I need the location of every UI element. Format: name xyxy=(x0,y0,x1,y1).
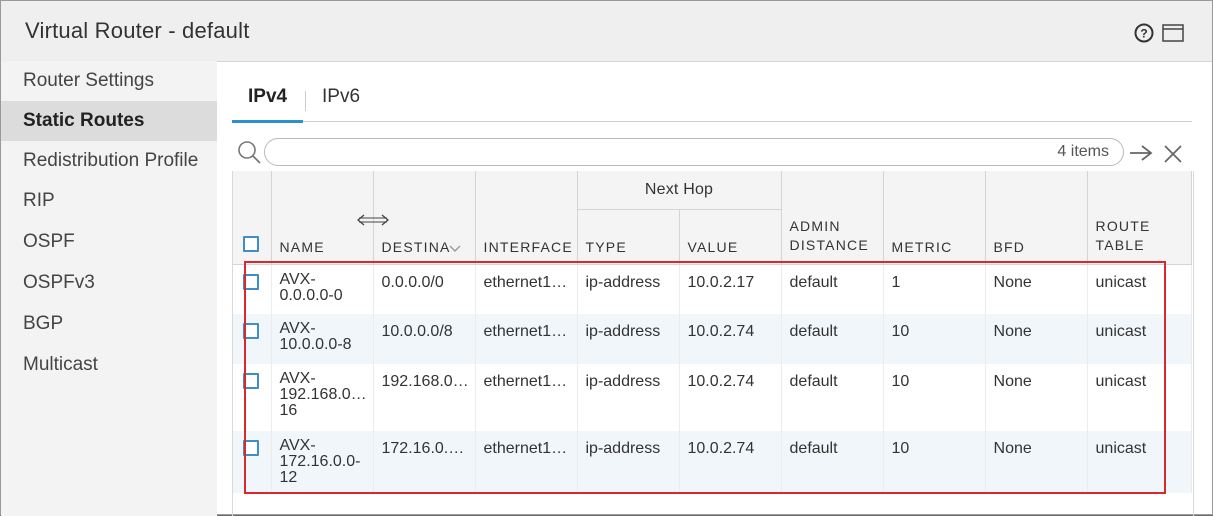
cell-type: ip-address xyxy=(577,264,680,314)
sidebar-item-ospf[interactable]: OSPF xyxy=(1,222,217,262)
dialog-title: Virtual Router - default xyxy=(25,18,250,43)
table-row[interactable]: AVX- 10.0.0.0-8 10.0.0.0/8 ethernet1… ip-… xyxy=(233,314,1192,364)
cell-admin-distance: default xyxy=(781,314,884,364)
filter-bar: 4 items xyxy=(232,135,1192,171)
column-resize-icon[interactable] xyxy=(356,212,390,228)
cell-value: 10.0.2.17 xyxy=(679,264,782,314)
cell-name[interactable]: AVX- 0.0.0.0-0 xyxy=(271,264,374,314)
close-icon[interactable] xyxy=(1162,143,1184,165)
row-checkbox[interactable] xyxy=(243,440,259,456)
cell-bfd: None xyxy=(985,364,1088,431)
row-checkbox[interactable] xyxy=(243,273,259,290)
cell-name[interactable]: AVX- 172.16.0.0- 12 xyxy=(271,431,374,493)
column-group-next-hop: Next Hop xyxy=(577,171,782,210)
cell-name[interactable]: AVX- 192.168.0… 16 xyxy=(271,364,374,431)
sidebar-item-redistribution-profile[interactable]: Redistribution Profile xyxy=(1,141,217,181)
sidebar: Router Settings Static Routes Redistribu… xyxy=(1,61,217,516)
column-header-type[interactable]: TYPE xyxy=(577,209,680,265)
cell-metric: 10 xyxy=(883,431,986,493)
cell-admin-distance: default xyxy=(781,431,884,493)
filter-input[interactable]: 4 items xyxy=(264,138,1124,166)
maximize-icon[interactable] xyxy=(1162,24,1184,42)
cell-metric: 10 xyxy=(883,364,986,431)
cell-route-table: unicast xyxy=(1087,364,1192,431)
title-bar: Virtual Router - default ? xyxy=(1,1,1212,62)
row-checkbox[interactable] xyxy=(243,323,259,339)
cell-route-table: unicast xyxy=(1087,314,1192,364)
tab-divider xyxy=(305,91,306,111)
column-header-interface[interactable]: INTERFACE xyxy=(475,171,578,265)
column-header-bfd[interactable]: BFD xyxy=(985,171,1088,265)
sidebar-item-router-settings[interactable]: Router Settings xyxy=(1,61,217,101)
sidebar-item-ospfv3[interactable]: OSPFv3 xyxy=(1,263,217,303)
cell-admin-distance: default xyxy=(781,264,884,314)
cell-destination: 192.168.0… xyxy=(373,364,476,431)
cell-interface: ethernet1… xyxy=(475,314,578,364)
cell-type: ip-address xyxy=(577,364,680,431)
virtual-router-dialog: Virtual Router - default ? Router Settin… xyxy=(0,0,1213,516)
cell-type: ip-address xyxy=(577,431,680,493)
sidebar-item-static-routes[interactable]: Static Routes xyxy=(1,101,217,141)
column-header-value[interactable]: VALUE xyxy=(679,209,782,265)
cell-destination: 172.16.0.… xyxy=(373,431,476,493)
cell-admin-distance: default xyxy=(781,364,884,431)
table-row[interactable]: AVX- 172.16.0.0- 12 172.16.0.… ethernet1… … xyxy=(233,431,1192,493)
column-header-metric[interactable]: METRIC xyxy=(883,171,986,265)
table-row[interactable]: AVX- 0.0.0.0-0 0.0.0.0/0 ethernet1… ip-ad… xyxy=(233,264,1192,314)
select-all-header xyxy=(233,171,272,265)
sidebar-item-multicast[interactable]: Multicast xyxy=(1,345,217,385)
sidebar-item-bgp[interactable]: BGP xyxy=(1,304,217,344)
cell-value: 10.0.2.74 xyxy=(679,431,782,493)
cell-metric: 10 xyxy=(883,314,986,364)
select-all-checkbox[interactable] xyxy=(243,235,259,252)
cell-route-table: unicast xyxy=(1087,431,1192,493)
cell-metric: 1 xyxy=(883,264,986,314)
cell-interface: ethernet1… xyxy=(475,264,578,314)
sort-icon[interactable] xyxy=(449,244,461,252)
cell-type: ip-address xyxy=(577,314,680,364)
cell-destination: 10.0.0.0/8 xyxy=(373,314,476,364)
cell-route-table: unicast xyxy=(1087,264,1192,314)
table-row[interactable]: AVX- 192.168.0… 16 192.168.0… ethernet1… i… xyxy=(233,364,1192,431)
cell-bfd: None xyxy=(985,431,1088,493)
tab-ipv4[interactable]: IPv4 xyxy=(232,83,304,123)
sidebar-item-rip[interactable]: RIP xyxy=(1,181,217,221)
cell-bfd: None xyxy=(985,264,1088,314)
help-icon[interactable]: ? xyxy=(1134,23,1154,43)
row-checkbox[interactable] xyxy=(243,373,259,389)
search-icon[interactable] xyxy=(236,139,262,165)
column-header-admin-distance[interactable]: ADMIN DISTANCE xyxy=(781,171,884,265)
tab-ipv6[interactable]: IPv6 xyxy=(322,83,360,120)
cell-bfd: None xyxy=(985,314,1088,364)
arrow-right-icon[interactable] xyxy=(1128,143,1154,163)
tab-bar: IPv4 IPv6 xyxy=(232,83,1192,123)
column-header-route-table[interactable]: ROUTE TABLE xyxy=(1087,171,1192,265)
cell-interface: ethernet1… xyxy=(475,364,578,431)
cell-interface: ethernet1… xyxy=(475,431,578,493)
cell-name[interactable]: AVX- 10.0.0.0-8 xyxy=(271,314,374,364)
svg-text:?: ? xyxy=(1140,27,1147,41)
cell-value: 10.0.2.74 xyxy=(679,364,782,431)
cell-destination: 0.0.0.0/0 xyxy=(373,264,476,314)
items-count: 4 items xyxy=(1057,143,1109,160)
cell-value: 10.0.2.74 xyxy=(679,314,782,364)
